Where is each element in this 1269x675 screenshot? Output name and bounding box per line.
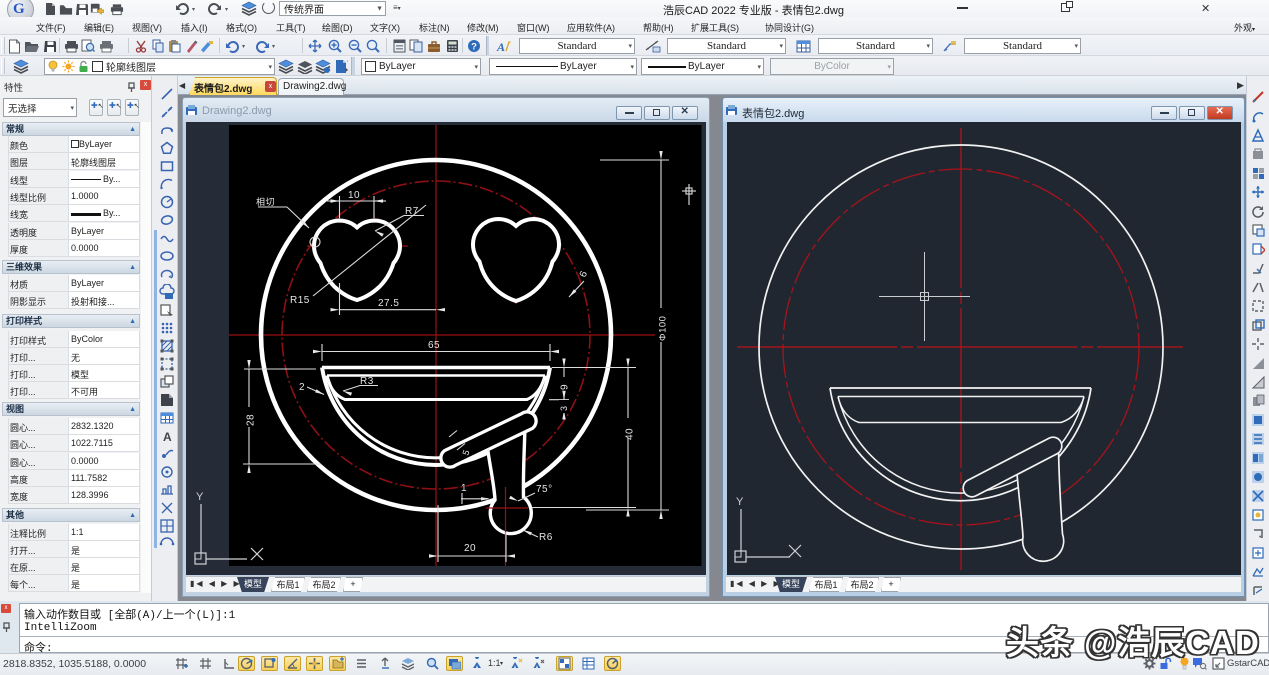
svg-text:’: ’: [347, 61, 348, 67]
svg-text:28: 28: [246, 414, 257, 426]
svg-text:20: 20: [464, 543, 476, 554]
svg-text:3: 3: [559, 405, 569, 411]
svg-text:?: ?: [471, 42, 477, 53]
svg-text:75°: 75°: [536, 484, 553, 495]
svg-text:A: A: [496, 40, 505, 53]
svg-text:1: 1: [461, 483, 467, 494]
svg-text:10: 10: [348, 190, 360, 201]
svg-text:27.5: 27.5: [378, 298, 399, 309]
svg-text:Φ100: Φ100: [658, 316, 669, 341]
svg-text:R6: R6: [539, 532, 553, 543]
svg-text:2: 2: [299, 382, 305, 393]
svg-text:相切: 相切: [256, 196, 275, 207]
svg-text:9: 9: [560, 384, 571, 390]
svg-text:R15: R15: [290, 295, 310, 306]
svg-text:40: 40: [625, 428, 636, 440]
svg-text:65: 65: [428, 340, 440, 351]
svg-text:A: A: [163, 430, 172, 444]
